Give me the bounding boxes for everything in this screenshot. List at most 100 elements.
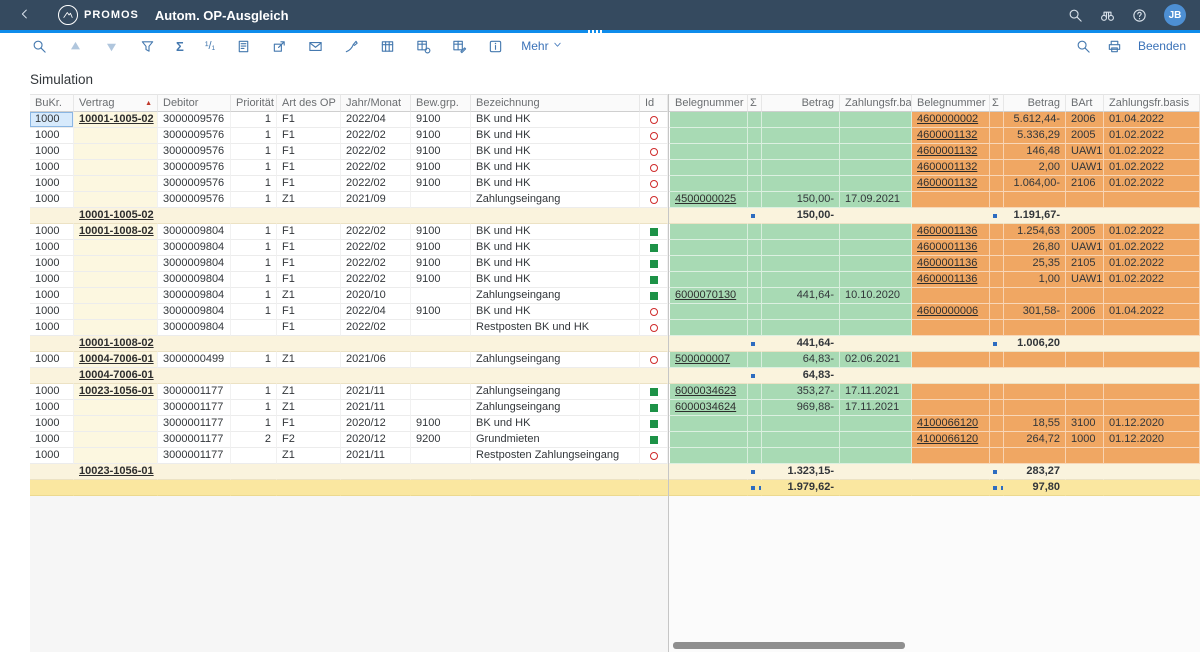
document-link[interactable]: 6000034623 [675,385,736,397]
document-link[interactable]: 4600001136 [917,273,977,285]
avatar[interactable]: JB [1164,4,1186,26]
change-layout-icon[interactable] [416,39,431,54]
column-header-bukr[interactable]: BuKr. [30,94,74,112]
document-link[interactable]: 4600001136 [917,225,977,237]
table-row[interactable]: 100030000095761F12022/029100BK und HK460… [30,160,1200,176]
table-row[interactable]: 100030000098041F12022/049100BK und HK460… [30,304,1200,320]
cell-betrag-2 [1004,288,1066,304]
table-row[interactable]: 100030000098041F12022/029100BK und HK460… [30,256,1200,272]
column-header-bezeichnung[interactable]: Bezeichnung [471,94,640,112]
subtotal-icon[interactable]: ¹/₁ [205,39,215,54]
document-link[interactable]: 4600001136 [917,257,977,269]
table-row[interactable]: 100030000011771Z12021/11Zahlungseingang6… [30,400,1200,416]
table-row[interactable]: 100030000011772F22020/129200Grundmieten4… [30,432,1200,448]
select-layout-icon[interactable] [452,39,467,54]
document-link[interactable]: 10023-1056-01 [79,385,154,397]
column-header-vertrag[interactable]: Vertrag▲ [74,94,158,112]
filter-icon[interactable] [140,39,155,54]
column-header-prioritaet[interactable]: Priorität [231,94,277,112]
document-link[interactable]: 10001-1005-02 [79,209,154,221]
column-header-betrag-2[interactable]: Betrag [1004,94,1066,112]
beenden-button[interactable]: Beenden [1138,39,1186,53]
print-preview-icon[interactable] [236,39,251,54]
promos-logo-icon [58,5,78,25]
document-link[interactable]: 10001-1005-02 [79,113,154,125]
column-header-belegnummer-2[interactable]: Belegnummer [912,94,990,112]
sort-descending-icon[interactable] [104,39,119,54]
document-link[interactable]: 10001-1008-02 [79,225,154,237]
table-row[interactable]: 10003000001177Z12021/11Restposten Zahlun… [30,448,1200,464]
column-header-sum-1[interactable]: Σ [748,94,762,112]
document-link[interactable]: 4100066120 [917,433,978,445]
cell-betrag-2: 5.336,29 [1004,128,1066,144]
document-link[interactable]: 10004-7006-01 [79,353,154,365]
column-header-zahlungsfr-basis-2[interactable]: Zahlungsfr.basis [1104,94,1200,112]
views-icon[interactable] [380,39,395,54]
document-link[interactable]: 10023-1056-01 [79,465,154,477]
cell-jahr-monat: 2021/06 [341,352,411,368]
table-row[interactable]: 100030000095761F12022/029100BK und HK460… [30,144,1200,160]
document-link[interactable]: 4600000002 [917,113,978,125]
column-header-belegnummer-1[interactable]: Belegnummer [670,94,748,112]
sort-ascending-icon[interactable] [68,39,83,54]
grandtotal-row[interactable]: 1.979,62-97,80 [30,480,1200,496]
document-link[interactable]: 500000007 [675,353,730,365]
table-row[interactable]: 100010001-1008-0230000098041F12022/02910… [30,224,1200,240]
table-row[interactable]: 100030000095761F12022/029100BK und HK460… [30,176,1200,192]
document-link[interactable]: 4600001136 [917,241,977,253]
document-link[interactable]: 4600000006 [917,305,978,317]
table-row[interactable]: 100030000098041F12022/029100BK und HK460… [30,240,1200,256]
abc-analysis-icon[interactable] [344,39,359,54]
table-row[interactable]: 100030000098041Z12020/10Zahlungseingang6… [30,288,1200,304]
document-link[interactable]: 10004-7006-01 [79,369,154,381]
column-header-art-des-op[interactable]: Art des OP [277,94,341,112]
column-header-bew-grp[interactable]: Bew.grp. [411,94,471,112]
help-icon[interactable] [1132,8,1147,23]
table-row[interactable]: 100010023-1056-0130000011771Z12021/11Zah… [30,384,1200,400]
column-header-jahr-monat[interactable]: Jahr/Monat [341,94,411,112]
promos-logo[interactable]: PROMOS [58,5,139,25]
search-icon[interactable] [1076,39,1091,54]
column-header-sum-2[interactable]: Σ [990,94,1004,112]
subtotal-row[interactable]: 10023-1056-011.323,15-283,27 [30,464,1200,480]
column-header-bart[interactable]: BArt [1066,94,1104,112]
table-row[interactable]: 10003000009804F12022/02Restposten BK und… [30,320,1200,336]
document-link[interactable]: 4600001132 [917,161,977,173]
mail-icon[interactable] [308,39,323,54]
document-link[interactable]: 4600001132 [917,129,977,141]
column-header-zahlungsfr-basis-1[interactable]: Zahlungsfr.basis [840,94,912,112]
cell-bukr [30,464,74,480]
find-icon[interactable] [32,39,47,54]
column-header-betrag-1[interactable]: Betrag [762,94,840,112]
table-row[interactable]: 100030000098041F12022/029100BK und HK460… [30,272,1200,288]
cell-sum-1 [748,256,762,272]
table-row[interactable]: 100030000095761F12022/029100BK und HK460… [30,128,1200,144]
column-header-id[interactable]: Id [640,94,668,112]
document-link[interactable]: 4500000025 [675,193,736,205]
document-link[interactable]: 6000034624 [675,401,736,413]
horizontal-scrollbar-thumb[interactable] [673,642,905,649]
binoculars-icon[interactable] [1100,8,1115,23]
search-icon[interactable] [1068,8,1083,23]
document-link[interactable]: 4100066120 [917,417,978,429]
table-row[interactable]: 100010004-7006-0130000004991Z12021/06Zah… [30,352,1200,368]
document-link[interactable]: 4600001132 [917,145,977,157]
info-icon[interactable] [488,39,503,54]
table-row[interactable]: 100030000095761Z12021/09Zahlungseingang4… [30,192,1200,208]
more-button[interactable]: Mehr [521,39,562,53]
export-icon[interactable] [272,39,287,54]
document-link[interactable]: 4600001132 [917,177,977,189]
sum-icon[interactable]: Σ [176,39,184,54]
document-link[interactable]: 10001-1008-02 [79,337,154,349]
subtotal-row[interactable]: 10001-1005-02150,00-1.191,67- [30,208,1200,224]
back-button[interactable] [14,4,36,26]
column-header-debitor[interactable]: Debitor [158,94,231,112]
table-row[interactable]: 100030000011771F12020/129100BK und HK410… [30,416,1200,432]
subtotal-row[interactable]: 10004-7006-0164,83- [30,368,1200,384]
subtotal-row[interactable]: 10001-1008-02441,64-1.006,20 [30,336,1200,352]
print-icon[interactable] [1107,39,1122,54]
document-link[interactable]: 6000070130 [675,289,736,301]
splitter-grip[interactable] [588,30,604,33]
pane-splitter[interactable] [668,94,669,652]
table-row[interactable]: 100010001-1005-0230000095761F12022/04910… [30,112,1200,128]
